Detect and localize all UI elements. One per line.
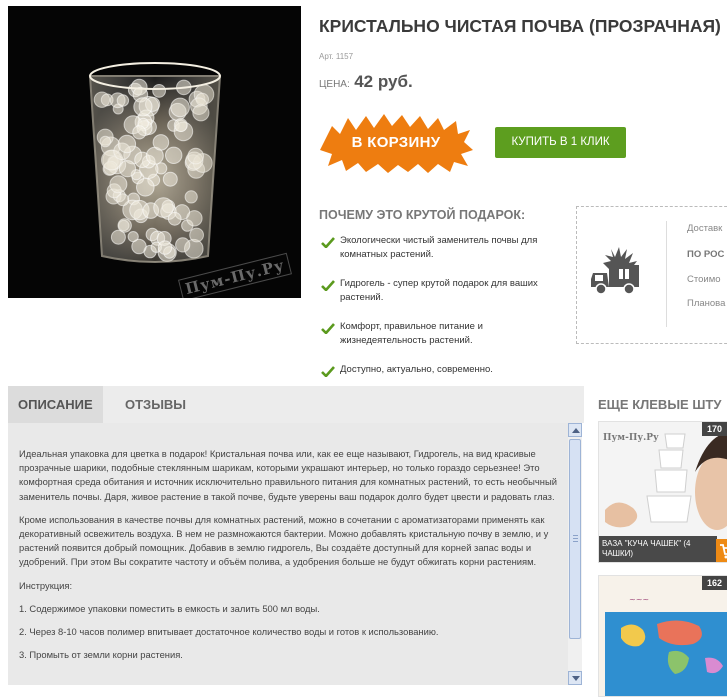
- product-image[interactable]: Пум-Пу.Ру: [8, 6, 301, 298]
- delivery-planned: Планова: [687, 298, 725, 309]
- why-gift-heading: ПОЧЕМУ ЭТО КРУТОЙ ПОДАРОК:: [319, 208, 525, 222]
- description-paragraph: Кроме использования в качестве почвы для…: [19, 513, 559, 570]
- feature-list: Экологически чистый заменитель почвы для…: [321, 234, 567, 392]
- recommended-product-name[interactable]: ВАЗА "КУЧА ЧАШЕК" (4 ЧАШКИ): [599, 536, 717, 562]
- add-to-cart-label: В КОРЗИНУ: [318, 112, 474, 174]
- description-paragraph: 3. Промыть от земли корни растения.: [19, 648, 559, 662]
- buy-one-click-button[interactable]: КУПИТЬ В 1 КЛИК: [495, 127, 626, 158]
- description-paragraph: Инструкция:: [19, 579, 559, 593]
- add-to-cart-button[interactable]: В КОРЗИНУ: [318, 112, 474, 174]
- feature-text: Гидрогель - супер крутой подарок для ваш…: [340, 278, 538, 303]
- description-panel: Идеальная упаковка для цветка в подарок!…: [8, 423, 568, 685]
- price-label: ЦЕНА:: [319, 79, 350, 90]
- delivery-text: Доставк: [687, 223, 722, 234]
- recommended-product-image: ~~~: [599, 576, 727, 696]
- recommended-watermark: Пум-Пу.Ру: [603, 433, 659, 443]
- description-paragraph: 1. Содержимое упаковки поместить в емкос…: [19, 602, 559, 616]
- checkmark-icon: [321, 323, 335, 334]
- scroll-up-arrow-icon[interactable]: [568, 423, 582, 437]
- recommended-product-card[interactable]: ~~~ 162: [598, 575, 727, 697]
- feature-item: Доступно, актуально, современно.: [321, 363, 567, 377]
- recommended-count-badge: 170: [702, 422, 727, 436]
- cart-icon[interactable]: [716, 539, 727, 562]
- scrollbar-thumb[interactable]: [569, 439, 581, 639]
- checkmark-icon: [321, 366, 335, 377]
- tab-description[interactable]: ОПИСАНИЕ: [8, 386, 103, 423]
- recommended-product-card[interactable]: Пум-Пу.Ру 170 ВАЗА "КУЧА ЧАШЕК" (4 ЧАШКИ…: [598, 421, 727, 563]
- feature-item: Гидрогель - супер крутой подарок для ваш…: [321, 277, 567, 305]
- feature-text: Комфорт, правильное питание и жизнедеяте…: [340, 321, 483, 346]
- article-number: Арт. 1157: [319, 52, 353, 61]
- feature-item: Комфорт, правильное питание и жизнедеяте…: [321, 320, 567, 348]
- recommended-count-badge: 162: [702, 576, 727, 590]
- delivery-cost: Стоимо: [687, 274, 721, 285]
- checkmark-icon: [321, 237, 335, 248]
- tab-reviews[interactable]: ОТЗЫВЫ: [124, 386, 187, 423]
- delivery-truck-icon: [589, 245, 651, 297]
- description-text: Идеальная упаковка для цветка в подарок!…: [19, 447, 559, 671]
- price-value: 42 руб.: [354, 72, 412, 91]
- description-scrollbar[interactable]: [568, 423, 582, 685]
- delivery-region: ПО РОС: [687, 249, 724, 260]
- delivery-info: Доставк ПО РОС Стоимо Планова: [576, 206, 727, 344]
- checkmark-icon: [321, 280, 335, 291]
- more-products-heading: ЕЩЕ КЛЕВЫЕ ШТУ: [598, 397, 721, 412]
- feature-text: Доступно, актуально, современно.: [340, 364, 493, 375]
- description-paragraph: Идеальная упаковка для цветка в подарок!…: [19, 447, 559, 504]
- price: ЦЕНА: 42 руб.: [319, 72, 413, 92]
- tabs-bar: ОПИСАНИЕ ОТЗЫВЫ: [8, 386, 584, 423]
- divider: [666, 221, 667, 327]
- feature-item: Экологически чистый заменитель почвы для…: [321, 234, 567, 262]
- product-title: КРИСТАЛЬНО ЧИСТАЯ ПОЧВА (ПРОЗРАЧНАЯ): [319, 16, 721, 37]
- svg-text:~~~: ~~~: [629, 595, 649, 604]
- description-paragraph: 2. Через 8-10 часов полимер впитывает до…: [19, 625, 559, 639]
- scroll-down-arrow-icon[interactable]: [568, 671, 582, 685]
- feature-text: Экологически чистый заменитель почвы для…: [340, 235, 537, 260]
